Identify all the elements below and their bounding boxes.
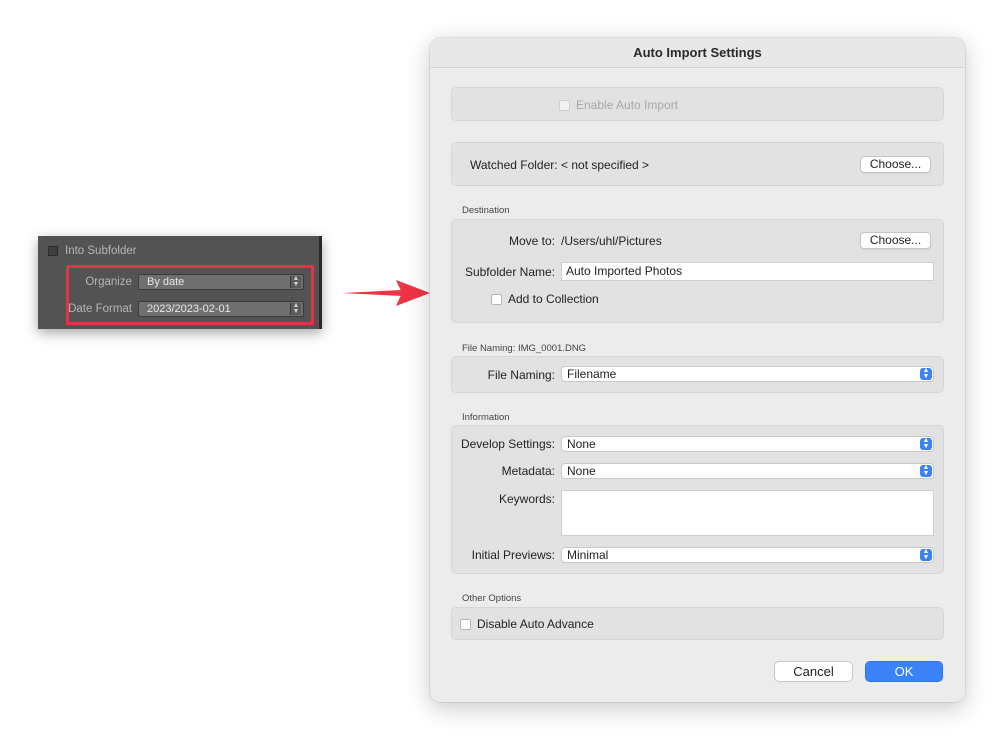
enable-auto-import-row[interactable]: Enable Auto Import: [559, 98, 678, 112]
initial-previews-value: Minimal: [567, 548, 609, 562]
keywords-textarea[interactable]: [561, 490, 934, 536]
file-naming-select[interactable]: Filename ▲ ▼: [561, 366, 934, 382]
auto-import-settings-dialog: Auto Import Settings Enable Auto Import …: [430, 38, 965, 702]
into-subfolder-row[interactable]: Into Subfolder: [48, 245, 137, 257]
into-subfolder-checkbox[interactable]: [48, 246, 58, 256]
disable-auto-advance-checkbox[interactable]: [460, 618, 471, 630]
develop-settings-value: None: [567, 437, 596, 451]
watched-folder-label: Watched Folder:: [470, 158, 558, 172]
watched-folder-value: < not specified >: [561, 158, 650, 172]
highlight-box: [66, 265, 314, 325]
move-to-label: Move to:: [508, 234, 555, 248]
popup-chevrons-icon: ▲ ▼: [920, 548, 932, 561]
keywords-label: Keywords:: [498, 492, 555, 506]
popup-chevrons-icon: ▲ ▼: [920, 437, 932, 450]
enable-auto-import-checkbox[interactable]: [559, 99, 570, 111]
add-to-collection-row[interactable]: Add to Collection: [491, 292, 599, 306]
develop-settings-label: Develop Settings:: [460, 437, 555, 451]
popup-chevrons-icon: ▲ ▼: [920, 367, 932, 380]
information-box: Develop Settings: None ▲ ▼ Metadata: None…: [451, 425, 944, 574]
disable-auto-advance-label: Disable Auto Advance: [477, 617, 594, 631]
information-section-label: Information: [462, 412, 510, 423]
watched-folder-box: Watched Folder: < not specified > Choose…: [451, 142, 944, 186]
add-to-collection-checkbox[interactable]: [491, 293, 502, 305]
cancel-button[interactable]: Cancel: [774, 661, 853, 682]
move-to-choose-button[interactable]: Choose...: [860, 232, 931, 249]
add-to-collection-label: Add to Collection: [508, 292, 599, 306]
ok-button[interactable]: OK: [865, 661, 943, 682]
watched-folder-choose-button[interactable]: Choose...: [860, 156, 931, 173]
other-options-section-label: Other Options: [462, 593, 522, 604]
lightroom-import-panel-inset: Into Subfolder Organize By date ▲ ▼ Date …: [38, 236, 322, 329]
file-naming-section-label: File Naming: IMG_0001.DNG: [462, 343, 587, 354]
dialog-title: Auto Import Settings: [430, 38, 965, 68]
arrow-right-icon: [342, 280, 430, 306]
destination-section-label: Destination: [462, 205, 510, 216]
metadata-label: Metadata:: [501, 464, 555, 478]
disable-auto-advance-row[interactable]: Disable Auto Advance: [460, 617, 594, 631]
subfolder-name-label: Subfolder Name:: [464, 265, 555, 279]
initial-previews-label: Initial Previews:: [471, 548, 555, 562]
file-naming-value: Filename: [567, 367, 617, 381]
into-subfolder-label: Into Subfolder: [65, 245, 137, 257]
metadata-select[interactable]: None ▲ ▼: [561, 463, 934, 479]
file-naming-label: File Naming:: [487, 368, 555, 382]
enable-auto-import-box: Enable Auto Import: [451, 87, 944, 121]
other-options-box: Disable Auto Advance: [451, 607, 944, 640]
popup-chevrons-icon: ▲ ▼: [920, 464, 932, 477]
metadata-value: None: [567, 464, 596, 478]
develop-settings-select[interactable]: None ▲ ▼: [561, 436, 934, 452]
destination-box: Move to: /Users/uhl/Pictures Choose... S…: [451, 219, 944, 323]
file-naming-box: File Naming: Filename ▲ ▼: [451, 356, 944, 393]
move-to-value: /Users/uhl/Pictures: [561, 234, 662, 248]
initial-previews-select[interactable]: Minimal ▲ ▼: [561, 547, 934, 563]
subfolder-name-input[interactable]: Auto Imported Photos: [561, 262, 934, 281]
enable-auto-import-label: Enable Auto Import: [576, 98, 679, 112]
